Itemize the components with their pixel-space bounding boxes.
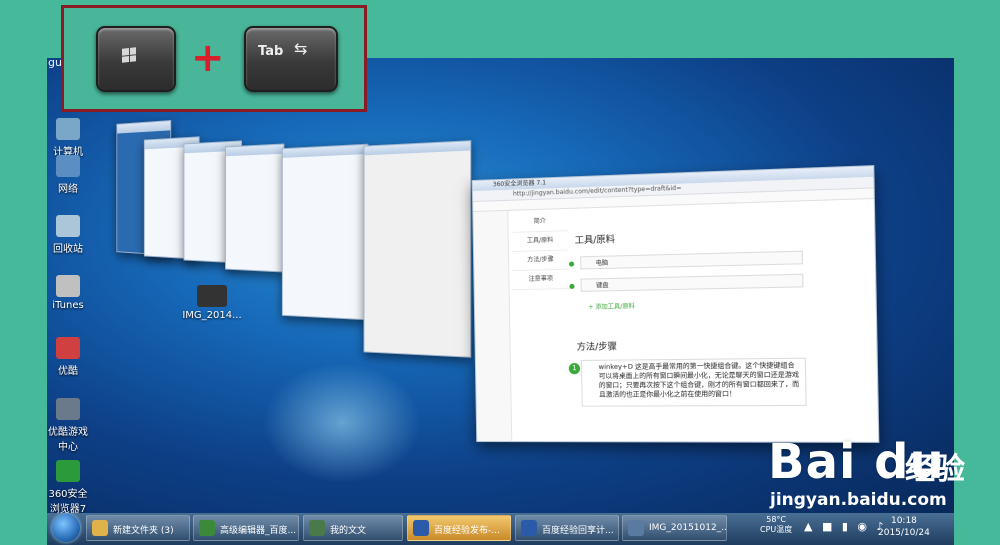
desktop-app-icon bbox=[56, 215, 80, 237]
desktop-app-icon bbox=[56, 118, 80, 140]
clock-time: 10:18 bbox=[890, 516, 917, 526]
watermark-url: jingyan.baidu.com bbox=[770, 490, 947, 510]
start-button[interactable] bbox=[52, 514, 80, 542]
plus-sign: + bbox=[191, 35, 225, 81]
section-steps-heading: 方法/步骤 bbox=[576, 342, 618, 353]
desktop-icon[interactable]: 优酷 bbox=[45, 337, 91, 377]
taskbar-app-icon bbox=[521, 520, 537, 536]
tool-item[interactable]: 键盘 bbox=[569, 273, 804, 292]
taskbar-button-label: IMG_20151012_... bbox=[649, 523, 727, 533]
hotkey-highlight-box: + Tab ⇆ bbox=[61, 5, 367, 112]
desktop-icon[interactable]: 优酷游戏中心 bbox=[45, 398, 91, 453]
tool-dot bbox=[569, 283, 575, 290]
tab-arrows-icon: ⇆ bbox=[294, 39, 308, 58]
taskbar-button[interactable]: 我的文文 bbox=[303, 515, 403, 541]
desktop-app-icon bbox=[56, 337, 80, 359]
add-tool-link[interactable]: + 添加工具/原料 bbox=[588, 301, 635, 311]
taskbar-button[interactable]: IMG_20151012_... bbox=[622, 515, 727, 541]
taskbar-app-icon bbox=[92, 520, 108, 536]
taskbar-button-label: 新建文件夹 (3) bbox=[113, 526, 174, 536]
tool-dot bbox=[568, 261, 575, 267]
nav-notes[interactable]: 注意事项 bbox=[512, 269, 570, 291]
taskbar-button[interactable]: 百度经验回享计... bbox=[515, 515, 619, 541]
tab-key-label: Tab bbox=[258, 44, 284, 59]
nav-intro[interactable]: 简介 bbox=[511, 211, 569, 233]
flip-window-explorer[interactable] bbox=[281, 143, 369, 321]
desktop-app-icon bbox=[56, 155, 80, 177]
desktop-app-icon bbox=[56, 275, 80, 297]
taskbar-app-icon bbox=[309, 520, 325, 536]
cpu-temp-label: CPU温度 bbox=[760, 525, 793, 534]
outline-nav: 简介 工具/原料 方法/步骤 注意事项 bbox=[511, 211, 570, 291]
wallpaper-glow bbox=[257, 358, 427, 488]
desktop-icon[interactable]: iTunes bbox=[45, 275, 91, 311]
taskbar-button[interactable]: 新建文件夹 (3) bbox=[86, 515, 190, 541]
step-editor[interactable]: winkey+D 这是高手最常用的第一快捷组合键。这个快捷键组合可以将桌面上的所… bbox=[580, 357, 807, 407]
taskbar-button[interactable]: 高级编辑器_百度... bbox=[193, 515, 299, 541]
cpu-temp-value: 58°C bbox=[766, 515, 787, 524]
flip-window-qzone[interactable] bbox=[363, 140, 472, 358]
flip-window-3[interactable] bbox=[225, 143, 285, 273]
desktop-app-icon bbox=[56, 460, 80, 482]
desktop-icon[interactable]: 360安全浏览器7 bbox=[45, 460, 91, 515]
cpu-temp-widget: 58°C CPU温度 bbox=[760, 515, 792, 535]
desktop-app-icon bbox=[56, 398, 80, 420]
taskbar-app-icon bbox=[199, 520, 215, 536]
taskbar-button-label: 我的文文 bbox=[330, 526, 367, 536]
taskbar-button-label: 高级编辑器_百度... bbox=[220, 526, 297, 536]
taskbar-button-label: 百度经验发布-... bbox=[434, 526, 500, 536]
clock-date: 2015/10/24 bbox=[878, 528, 930, 538]
taskbar-button-label: 百度经验回享计... bbox=[542, 526, 614, 536]
desktop-icon[interactable]: 网络 bbox=[45, 155, 91, 195]
image-file-icon bbox=[197, 285, 227, 307]
desktop-file-image[interactable]: IMG_2014... bbox=[182, 285, 242, 321]
desktop-icon[interactable]: 计算机 bbox=[45, 118, 91, 158]
tray-icons[interactable]: ▲ ■ ▮ ◉ ♪ bbox=[804, 521, 887, 532]
nav-steps[interactable]: 方法/步骤 bbox=[511, 250, 570, 272]
windows-logo-icon bbox=[122, 47, 136, 63]
taskbar-button[interactable]: 百度经验发布-... bbox=[407, 515, 511, 541]
step-number-badge: 1 bbox=[568, 362, 581, 375]
tool-item[interactable]: 电脑 bbox=[568, 250, 804, 270]
system-clock[interactable]: 10:18 2015/10/24 bbox=[878, 515, 930, 539]
browser-sidebar bbox=[473, 210, 513, 443]
tab-key: Tab ⇆ bbox=[244, 26, 338, 92]
nav-tools[interactable]: 工具/原料 bbox=[511, 231, 569, 252]
desktop-icon[interactable]: 回收站 bbox=[45, 215, 91, 255]
windows-key bbox=[96, 26, 176, 92]
flip-window-baidu[interactable]: 360安全浏览器 7.1 http://jingyan.baidu.com/ed… bbox=[471, 165, 880, 443]
section-tools-heading: 工具/原料 bbox=[574, 234, 616, 247]
watermark-jingyan: 经验 bbox=[905, 452, 965, 487]
taskbar-app-icon bbox=[413, 520, 429, 536]
taskbar-app-icon bbox=[628, 520, 644, 536]
